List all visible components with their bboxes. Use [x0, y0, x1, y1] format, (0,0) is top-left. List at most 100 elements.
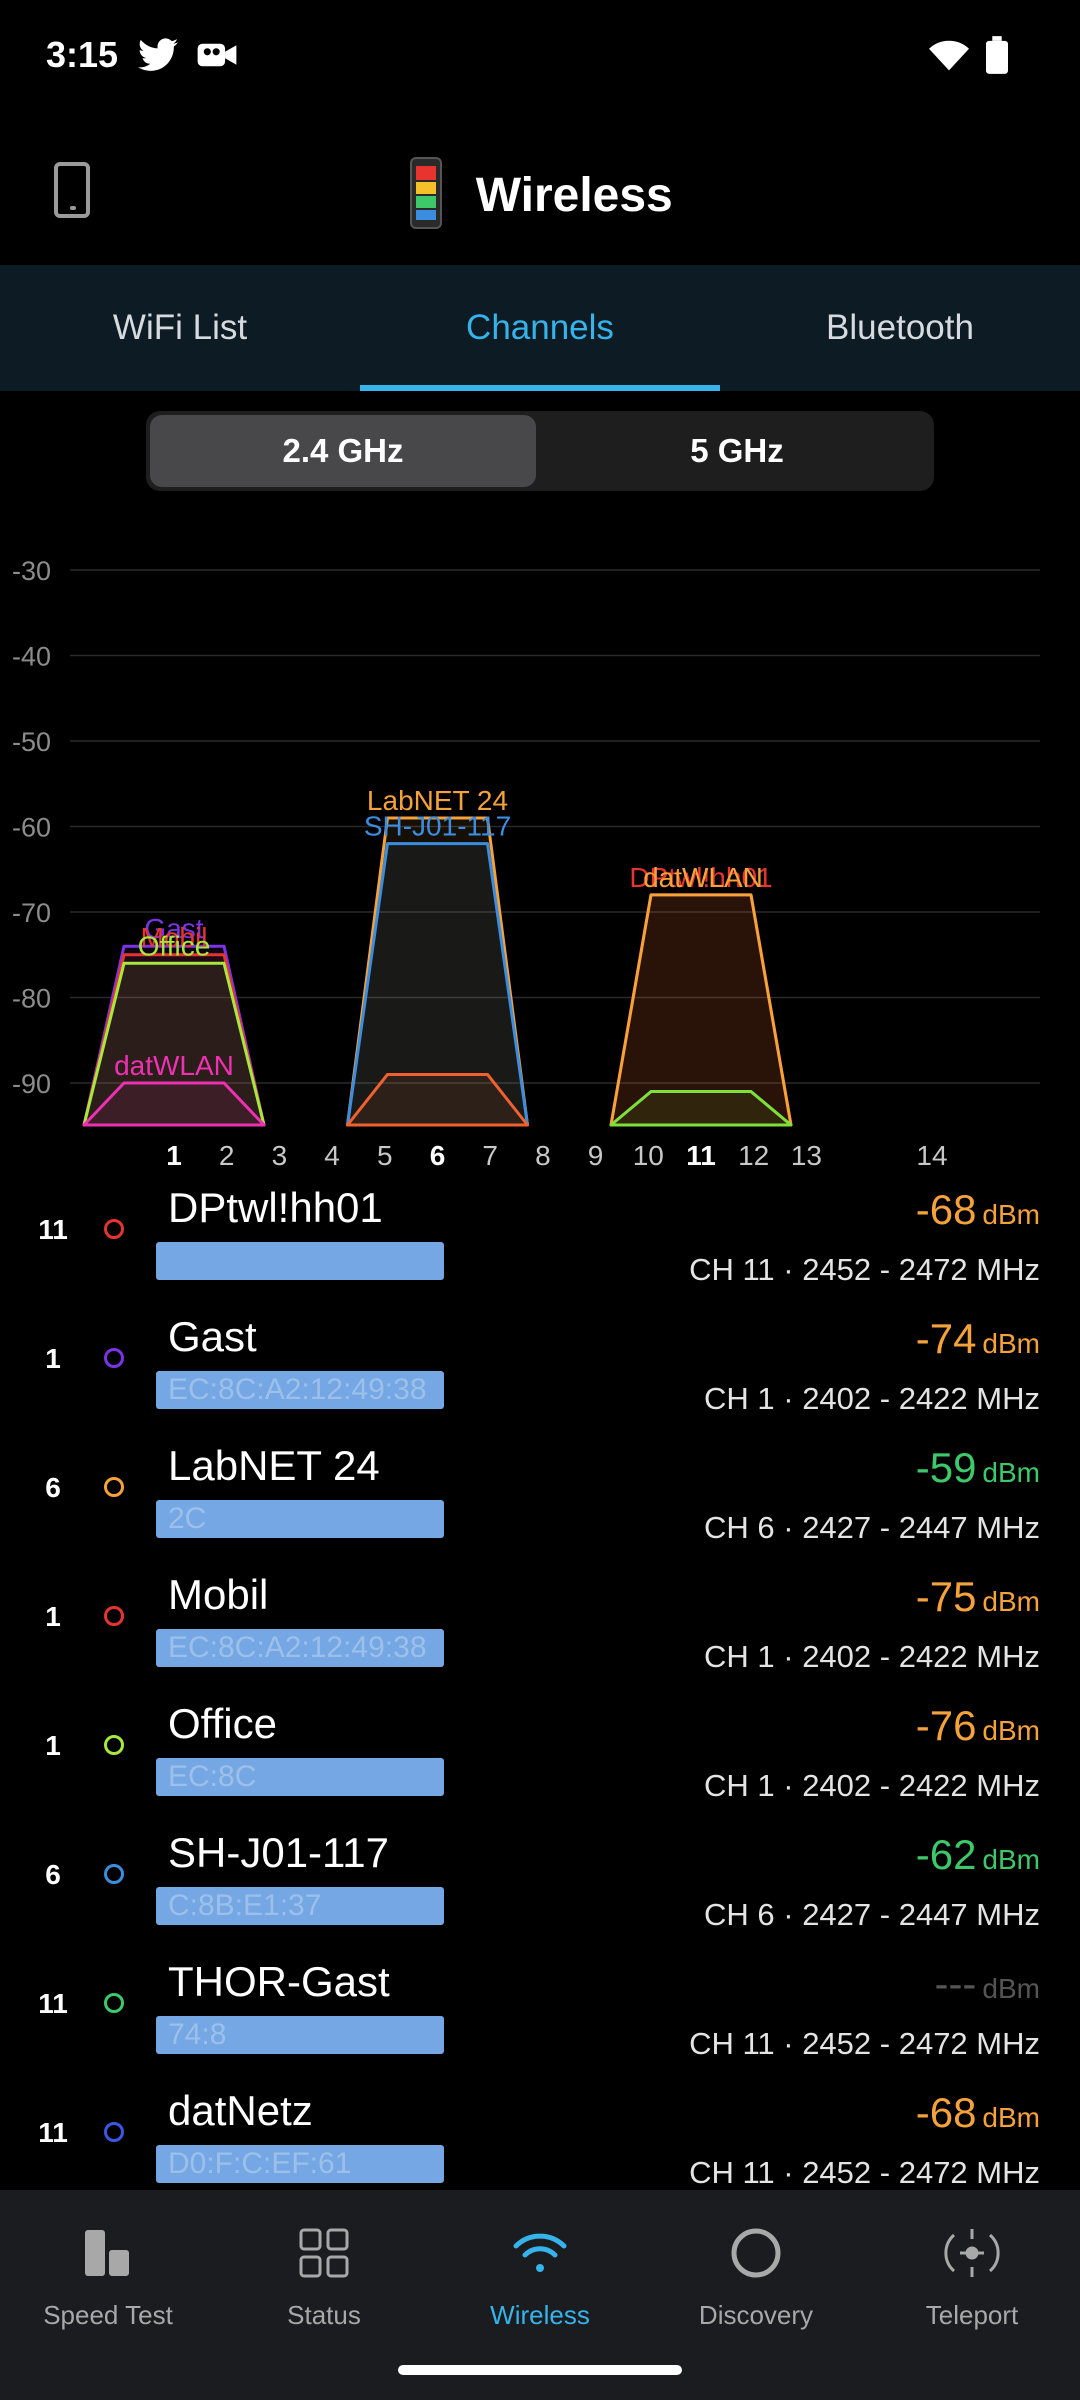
- discovery-circle-icon: [648, 2218, 864, 2288]
- tab-wifi-list[interactable]: WiFi List: [0, 265, 360, 391]
- signal-value: -62: [915, 1831, 977, 1878]
- wifi-icon: [432, 2218, 648, 2288]
- network-row[interactable]: 1 Mobil EC:8C:A2:12:49:38 -75 dBm CH 1 · 2402…: [0, 1543, 1080, 1674]
- network-frequency: CH 1 · 2402 - 2422 MHz: [704, 1639, 1040, 1674]
- wireless-tabs: WiFi List Channels Bluetooth: [0, 265, 1080, 391]
- signal-value: -75: [915, 1573, 977, 1620]
- y-tick-label: -70: [12, 898, 51, 928]
- nav-label: Teleport: [925, 2300, 1019, 2330]
- tab-channels[interactable]: Channels: [360, 265, 720, 391]
- y-tick-label: -90: [12, 1069, 51, 1099]
- network-row[interactable]: 11 THOR-Gast 74:8 --- dBm CH 11 · 2452 - 2472…: [0, 1930, 1080, 2061]
- y-tick-label: -50: [12, 727, 51, 757]
- network-color-ring-icon: [104, 2122, 124, 2142]
- network-row[interactable]: 11 DPtwl!hh01 -68 dBm CH 11 · 2452 - 2472 MH…: [0, 1156, 1080, 1287]
- signal-value: -59: [915, 1444, 977, 1491]
- network-bssid-redacted: 2C: [156, 1500, 444, 1538]
- network-channel: 6: [45, 1472, 61, 1503]
- network-ssid: Mobil: [168, 1571, 269, 1618]
- network-bssid-redacted: EC:8C:A2:12:49:38: [156, 1371, 444, 1409]
- network-channel: 1: [45, 1343, 61, 1374]
- network-curve-label: datWLAN: [643, 862, 763, 893]
- wifi-icon: [928, 40, 970, 77]
- network-bssid-redacted: D0:F:C:EF:61: [156, 2145, 444, 2183]
- nav-label: Speed Test: [43, 2300, 173, 2330]
- network-frequency: CH 11 · 2452 - 2472 MHz: [689, 2026, 1040, 2061]
- signal-unit: dBm: [982, 1199, 1040, 1230]
- signal-unit: dBm: [982, 1457, 1040, 1488]
- network-channel: 11: [38, 1988, 68, 2019]
- band-2-4ghz-button[interactable]: 2.4 GHz: [150, 415, 536, 487]
- nav-label: Discovery: [698, 2300, 814, 2330]
- signal-value: -76: [915, 1702, 977, 1749]
- y-tick-label: -30: [12, 556, 51, 586]
- network-row[interactable]: 6 SH-J01-117 C:8B:E1:37 -62 dBm CH 6 · 2427 -…: [0, 1801, 1080, 1932]
- signal-unit: dBm: [982, 1328, 1040, 1359]
- network-channel: 1: [45, 1601, 61, 1632]
- network-color-ring-icon: [104, 1219, 124, 1239]
- network-bssid-redacted: EC:8C:A2:12:49:38: [156, 1629, 444, 1667]
- nav-teleport[interactable]: Teleport: [864, 2190, 1080, 2400]
- signal-value: -74: [915, 1315, 977, 1362]
- y-tick-label: -60: [12, 813, 51, 843]
- home-indicator: [398, 2365, 682, 2375]
- network-signal: -75 dBm: [916, 1573, 1040, 1621]
- twitter-icon: [138, 38, 178, 77]
- network-ssid: datNetz: [168, 2087, 313, 2134]
- signal-unit: dBm: [982, 1973, 1040, 2004]
- network-channel: 11: [38, 1214, 68, 1245]
- nav-label: Status: [287, 2300, 361, 2330]
- network-frequency: CH 1 · 2402 - 2422 MHz: [704, 1768, 1040, 1803]
- y-tick-label: -80: [12, 984, 51, 1014]
- status-grid-icon: [216, 2218, 432, 2288]
- network-ssid: Office: [168, 1700, 277, 1747]
- network-frequency: CH 6 · 2427 - 2447 MHz: [704, 1897, 1040, 1932]
- network-ssid: LabNET 24: [168, 1442, 380, 1489]
- battery-icon: [986, 36, 1008, 79]
- network-list: 11 DPtwl!hh01 -68 dBm CH 11 · 2452 - 2472 MH…: [0, 1156, 1080, 2190]
- tab-bluetooth[interactable]: Bluetooth: [720, 265, 1080, 391]
- network-color-ring-icon: [104, 1348, 124, 1368]
- signal-value: -68: [915, 2089, 977, 2136]
- status-time: 3:15: [46, 34, 119, 75]
- network-frequency: CH 6 · 2427 - 2447 MHz: [704, 1510, 1040, 1545]
- signal-unit: dBm: [982, 2102, 1040, 2133]
- network-signal: -68 dBm: [916, 1186, 1040, 1234]
- app-logo-icon: [407, 156, 445, 235]
- network-ssid: THOR-Gast: [168, 1958, 390, 2005]
- network-color-ring-icon: [104, 1864, 124, 1884]
- app-header: Wireless: [0, 120, 1080, 265]
- band-toggle: 2.4 GHz 5 GHz: [146, 411, 934, 491]
- network-ssid: SH-J01-117: [168, 1829, 389, 1876]
- band-5ghz-button[interactable]: 5 GHz: [544, 415, 930, 487]
- speed-test-icon: [0, 2218, 216, 2288]
- network-row[interactable]: 11 datNetz D0:F:C:EF:61 -68 dBm CH 11 · 2452 …: [0, 2059, 1080, 2190]
- signal-value: ---: [934, 1960, 977, 2007]
- network-signal: -62 dBm: [916, 1831, 1040, 1879]
- nav-label: Wireless: [490, 2300, 590, 2330]
- status-bar: 3:15: [0, 0, 1080, 120]
- signal-unit: dBm: [982, 1586, 1040, 1617]
- network-row[interactable]: 1 Office EC:8C -76 dBm CH 1 · 2402 - 2422 MHz: [0, 1672, 1080, 1803]
- network-color-ring-icon: [104, 1477, 124, 1497]
- network-signal: -59 dBm: [916, 1444, 1040, 1492]
- network-row[interactable]: 1 Gast EC:8C:A2:12:49:38 -74 dBm CH 1 · 2402 …: [0, 1285, 1080, 1416]
- nav-speed-test[interactable]: Speed Test: [0, 2190, 216, 2400]
- network-frequency: CH 11 · 2452 - 2472 MHz: [689, 2155, 1040, 2190]
- network-channel: 6: [45, 1859, 61, 1890]
- network-channel: 11: [38, 2117, 68, 2148]
- network-bssid-redacted: C:8B:E1:37: [156, 1887, 444, 1925]
- network-signal: -68 dBm: [916, 2089, 1040, 2137]
- network-color-ring-icon: [104, 1606, 124, 1626]
- network-ssid: DPtwl!hh01: [168, 1184, 383, 1231]
- network-ssid: Gast: [168, 1313, 257, 1360]
- network-signal: -76 dBm: [916, 1702, 1040, 1750]
- network-curve-label: Office: [138, 930, 211, 961]
- page-title: Wireless: [475, 169, 673, 222]
- channel-chart: -30-40-50-60-70-80-90GastMobilOfficedatW…: [12, 556, 1040, 1171]
- network-signal: --- dBm: [934, 1960, 1040, 2008]
- network-signal: -74 dBm: [916, 1315, 1040, 1363]
- network-row[interactable]: 6 LabNET 24 2C -59 dBm CH 6 · 2427 - 2447 MHz: [0, 1414, 1080, 1545]
- network-frequency: CH 1 · 2402 - 2422 MHz: [704, 1381, 1040, 1416]
- signal-value: -68: [915, 1186, 977, 1233]
